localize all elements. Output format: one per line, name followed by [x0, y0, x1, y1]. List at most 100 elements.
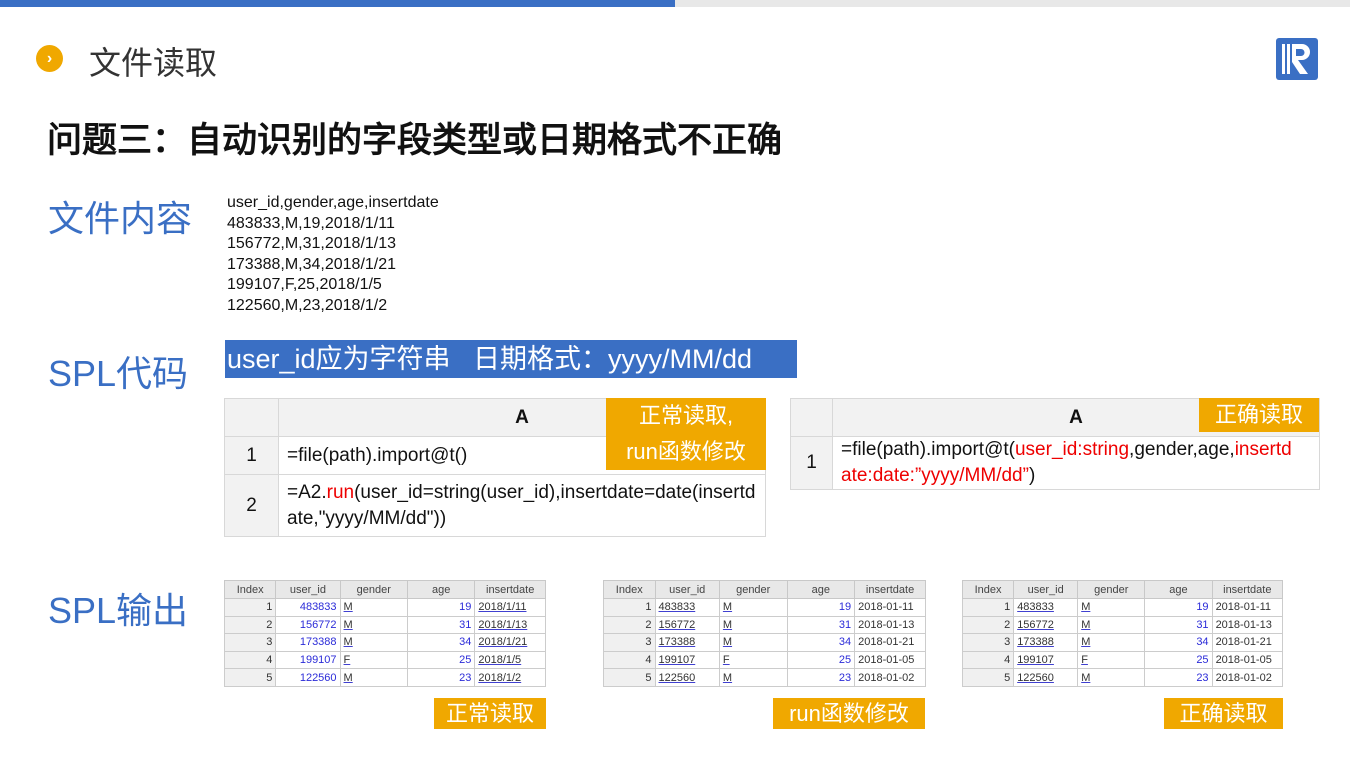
table-cell[interactable]: 173388	[654, 633, 720, 652]
table-cell[interactable]: 31	[406, 615, 476, 635]
table-cell[interactable]: 199107	[654, 650, 720, 670]
table-cell[interactable]: 1	[223, 598, 277, 617]
table-cell[interactable]: 483833	[275, 598, 341, 617]
table-cell[interactable]: 483833	[654, 598, 720, 617]
table-cell[interactable]: 19	[1144, 598, 1213, 617]
column-header[interactable]: Index	[603, 580, 656, 599]
table-cell[interactable]: M	[718, 615, 788, 635]
table-cell[interactable]: 156772	[275, 615, 341, 635]
column-header[interactable]: gender	[1077, 580, 1146, 599]
table-cell[interactable]: 199107	[1013, 650, 1079, 670]
table-cell[interactable]: 34	[1144, 633, 1213, 652]
table-cell[interactable]: 3	[961, 633, 1015, 652]
table-cell[interactable]: 2018/1/2	[474, 668, 546, 687]
table-cell[interactable]: 1	[603, 598, 656, 617]
table-cell[interactable]: 3	[603, 633, 656, 652]
table-cell[interactable]: M	[1077, 633, 1146, 652]
table-cell[interactable]: 2018-01-05	[1211, 650, 1284, 670]
table-row: 1 483833 M 19 2018-01-11	[961, 598, 1284, 617]
table-row: 1 483833 M 19 2018-01-11	[603, 598, 926, 617]
table-cell[interactable]: 25	[406, 650, 476, 670]
column-header[interactable]: insertdate	[1211, 580, 1284, 599]
code-token: =file(path).import@t()	[287, 444, 468, 466]
table-cell[interactable]: M	[1077, 598, 1146, 617]
table-cell[interactable]: 31	[1144, 615, 1213, 635]
table-cell[interactable]: 34	[406, 633, 476, 652]
table-cell[interactable]: 34	[786, 633, 856, 652]
column-header[interactable]: Index	[223, 580, 277, 599]
table-cell[interactable]: 2	[603, 615, 656, 635]
table-cell[interactable]: M	[1077, 615, 1146, 635]
table-cell[interactable]: 25	[1144, 650, 1213, 670]
table-cell[interactable]: 25	[786, 650, 856, 670]
table-cell[interactable]: 23	[786, 668, 856, 687]
column-header[interactable]: user_id	[275, 580, 341, 599]
table-cell[interactable]: 2018-01-02	[1211, 668, 1284, 687]
table-cell[interactable]: 2018-01-21	[854, 633, 926, 652]
table-cell[interactable]: M	[718, 668, 788, 687]
table-cell[interactable]: 122560	[654, 668, 720, 687]
table-cell[interactable]: 23	[406, 668, 476, 687]
table-cell[interactable]: 2018-01-21	[1211, 633, 1284, 652]
table-cell[interactable]: 2	[223, 615, 277, 635]
table-cell[interactable]: F	[718, 650, 788, 670]
table-cell[interactable]: 5	[223, 668, 277, 687]
column-header[interactable]: age	[406, 580, 476, 599]
table-cell[interactable]: M	[339, 668, 408, 687]
table-cell[interactable]: 199107	[275, 650, 341, 670]
column-header[interactable]: age	[1144, 580, 1213, 599]
column-header[interactable]: user_id	[654, 580, 720, 599]
table-cell[interactable]: 2018-01-11	[1211, 598, 1284, 617]
table-cell[interactable]: 483833	[1013, 598, 1079, 617]
tag-run-fix: 正常读取, run函数修改	[606, 398, 766, 470]
column-header[interactable]: user_id	[1013, 580, 1079, 599]
table-cell[interactable]: 2018-01-05	[854, 650, 926, 670]
table-cell[interactable]: 3	[223, 633, 277, 652]
table-cell[interactable]: 4	[603, 650, 656, 670]
table-cell[interactable]: M	[339, 633, 408, 652]
table-cell[interactable]: 2	[961, 615, 1015, 635]
table-cell[interactable]: 122560	[275, 668, 341, 687]
table-cell[interactable]: 31	[786, 615, 856, 635]
column-header[interactable]: insertdate	[474, 580, 546, 599]
table-cell[interactable]: 2018/1/11	[474, 598, 546, 617]
code-cell[interactable]: =A2.run(user_id=string(user_id),insertda…	[278, 474, 766, 537]
table-row: 4 199107 F 25 2018-01-05	[961, 650, 1284, 670]
table-cell[interactable]: M	[339, 598, 408, 617]
table-cell[interactable]: 156772	[1013, 615, 1079, 635]
table-cell[interactable]: 1	[961, 598, 1015, 617]
table-cell[interactable]: 156772	[654, 615, 720, 635]
table-cell[interactable]: F	[339, 650, 408, 670]
table-cell[interactable]: 5	[961, 668, 1015, 687]
table-cell[interactable]: 173388	[1013, 633, 1079, 652]
table-cell[interactable]: 122560	[1013, 668, 1079, 687]
row-number[interactable]: 1	[790, 436, 833, 490]
table-cell[interactable]: 19	[786, 598, 856, 617]
table-cell[interactable]: F	[1077, 650, 1146, 670]
table-cell[interactable]: M	[1077, 668, 1146, 687]
row-number[interactable]: 1	[224, 436, 279, 475]
column-header[interactable]: insertdate	[854, 580, 926, 599]
table-cell[interactable]: 173388	[275, 633, 341, 652]
code-cell[interactable]: =file(path).import@t(user_id:string,gend…	[832, 436, 1320, 490]
column-header[interactable]: age	[786, 580, 856, 599]
row-number[interactable]: 2	[224, 474, 279, 537]
table-cell[interactable]: M	[718, 598, 788, 617]
table-cell[interactable]: 2018-01-02	[854, 668, 926, 687]
table-cell[interactable]: M	[339, 615, 408, 635]
table-cell[interactable]: M	[718, 633, 788, 652]
table-cell[interactable]: 19	[406, 598, 476, 617]
table-cell[interactable]: 4	[961, 650, 1015, 670]
table-cell[interactable]: 2018/1/21	[474, 633, 546, 652]
table-cell[interactable]: 2018/1/13	[474, 615, 546, 635]
column-header[interactable]: gender	[339, 580, 408, 599]
table-cell[interactable]: 2018/1/5	[474, 650, 546, 670]
column-header[interactable]: gender	[718, 580, 788, 599]
column-header[interactable]: Index	[961, 580, 1015, 599]
table-cell[interactable]: 2018-01-13	[1211, 615, 1284, 635]
table-cell[interactable]: 2018-01-11	[854, 598, 926, 617]
table-cell[interactable]: 2018-01-13	[854, 615, 926, 635]
table-cell[interactable]: 23	[1144, 668, 1213, 687]
table-cell[interactable]: 5	[603, 668, 656, 687]
table-cell[interactable]: 4	[223, 650, 277, 670]
